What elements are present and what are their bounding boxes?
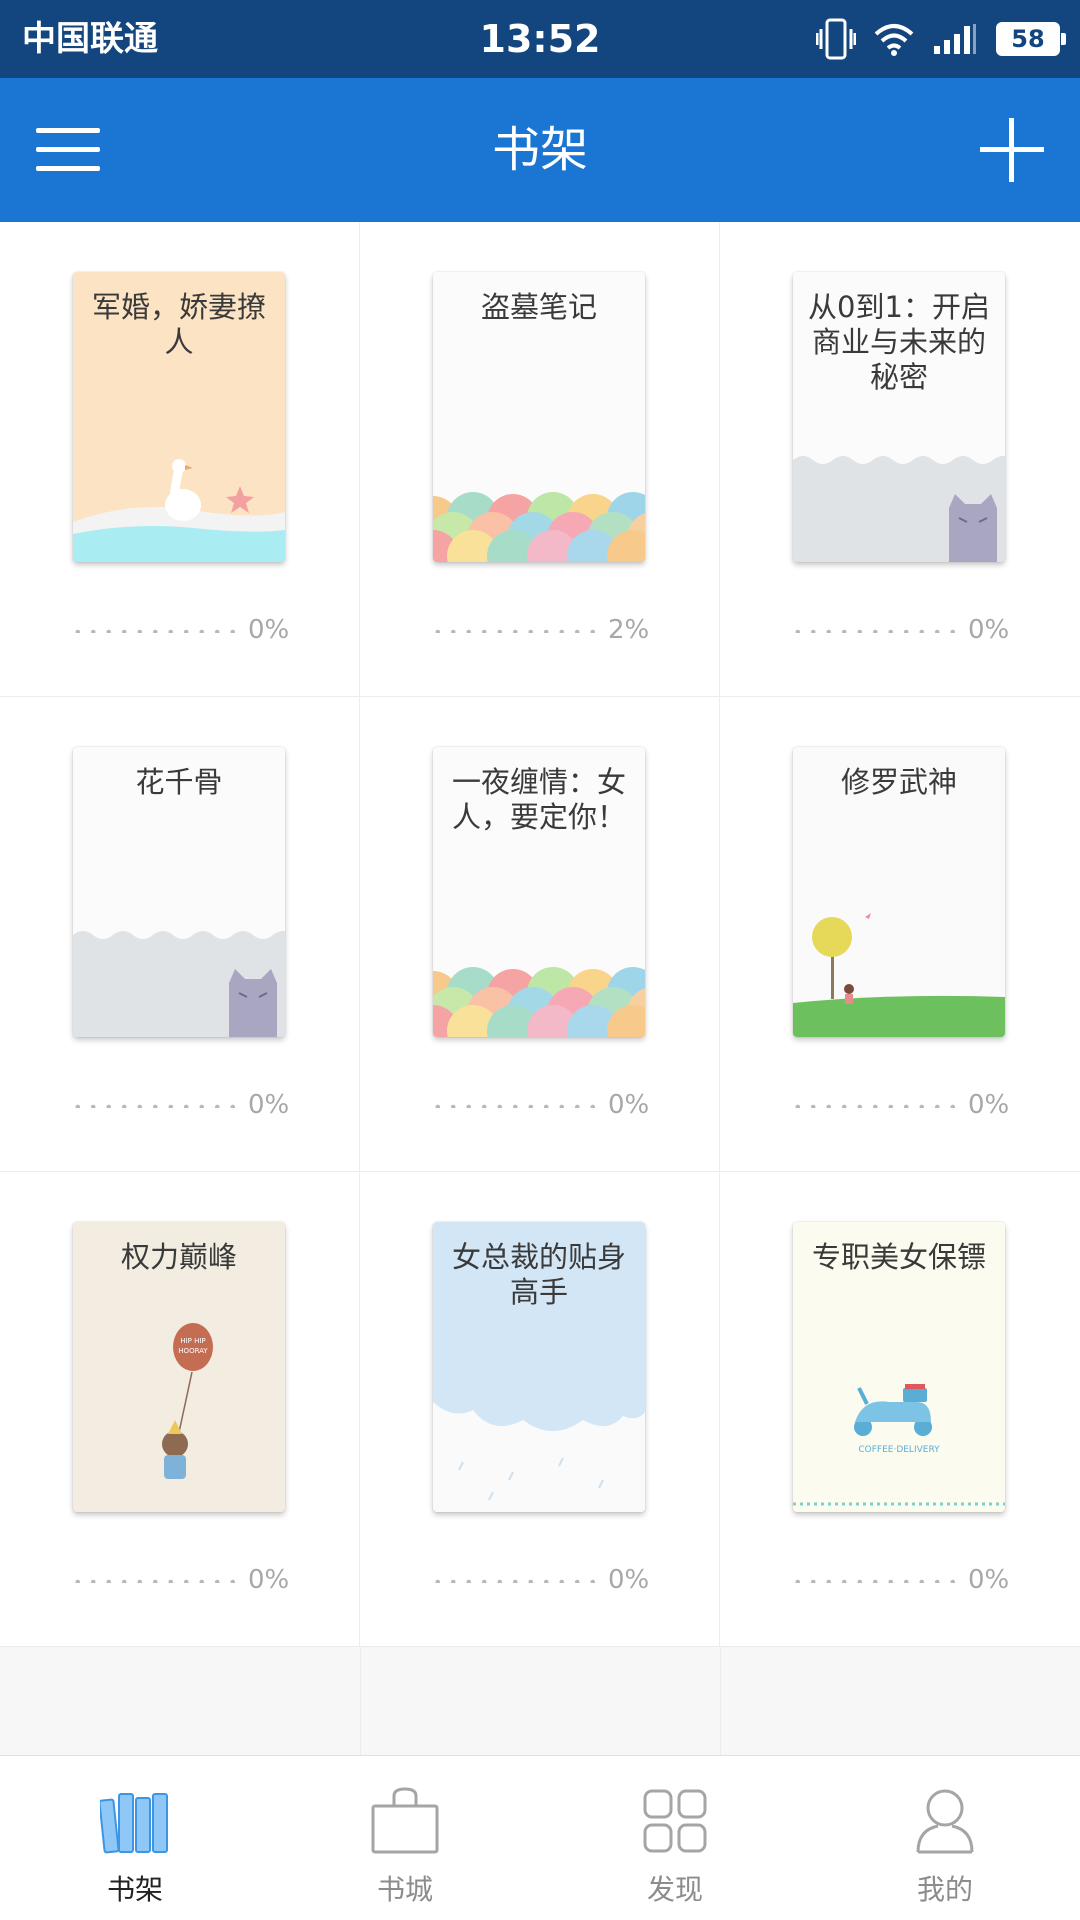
bookshelf-icon — [100, 1793, 168, 1854]
reading-progress: 0% — [790, 615, 1010, 645]
page-title: 书架 — [491, 122, 588, 178]
progress-percent: 0% — [608, 1090, 650, 1120]
reading-progress: 2% — [430, 615, 650, 645]
reading-progress: 0% — [430, 1565, 650, 1595]
progress-dots — [790, 1579, 958, 1583]
tab-label: 书城 — [376, 1873, 433, 1906]
book-cover[interactable]: HIP HIP HOORAY 权力巅峰 — [73, 1222, 285, 1512]
plus-icon — [980, 118, 1044, 182]
divider — [360, 1647, 361, 1755]
progress-dots — [430, 1104, 598, 1108]
book-cover[interactable]: 修罗武神 — [793, 747, 1005, 1037]
progress-percent: 0% — [608, 1565, 650, 1595]
shopping-bag-icon — [371, 1787, 439, 1854]
progress-percent: 0% — [248, 615, 290, 645]
book-title: 专职美女保镖 — [811, 1240, 986, 1274]
book-title: 盗墓笔记 — [480, 290, 597, 324]
tab-bookshelf[interactable]: 书架 — [0, 1756, 270, 1920]
scooter-text: COFFEE·DELIVERY — [858, 1445, 940, 1455]
progress-percent: 0% — [968, 1090, 1010, 1120]
book-cover[interactable]: 从0到1：开启商业与未来的秘密 — [793, 272, 1005, 562]
book-title: 一夜缠情：女人，要定你！ — [451, 765, 626, 834]
tab-discover[interactable]: 发现 — [540, 1756, 810, 1920]
progress-percent: 0% — [248, 1565, 290, 1595]
book-cover[interactable]: COFFEE·DELIVERY 专职美女保镖 — [793, 1222, 1005, 1512]
book-cover[interactable]: 军婚，娇妻撩人 — [73, 272, 285, 562]
book-item[interactable]: 一夜缠情：女人，要定你！ 0% — [360, 697, 720, 1172]
status-icons: 58 — [816, 0, 1066, 78]
battery-level: 58 — [1011, 25, 1045, 53]
book-cover[interactable]: 花千骨 — [73, 747, 285, 1037]
book-item[interactable]: HIP HIP HOORAY 权力巅峰 0% — [0, 1172, 360, 1647]
divider — [720, 1647, 721, 1755]
grid-discover-icon — [643, 1789, 707, 1853]
balloon-text-2: HOORAY — [178, 1347, 208, 1355]
progress-dots — [790, 1104, 958, 1108]
progress-percent: 2% — [608, 615, 650, 645]
book-item[interactable]: 修罗武神 0% — [720, 697, 1080, 1172]
progress-dots — [70, 1104, 238, 1108]
reading-progress: 0% — [70, 1565, 290, 1595]
tab-label: 发现 — [646, 1873, 703, 1906]
book-item[interactable]: 军婚，娇妻撩人 0% — [0, 222, 360, 697]
progress-dots — [70, 1579, 238, 1583]
tab-bookstore[interactable]: 书城 — [270, 1756, 540, 1920]
user-profile-icon — [916, 1789, 974, 1854]
bookshelf-grid: 军婚，娇妻撩人 0% 盗墓笔记 2% 从0到1：开启商业与未来的秘密 0% 花千… — [0, 222, 1080, 1647]
tab-label: 书架 — [106, 1873, 163, 1906]
book-title: 花千骨 — [135, 765, 223, 799]
book-title: 女总裁的贴身高手 — [451, 1240, 626, 1309]
progress-percent: 0% — [248, 1090, 290, 1120]
balloon-text-1: HIP HIP — [180, 1337, 205, 1345]
reading-progress: 0% — [70, 615, 290, 645]
add-book-button[interactable] — [980, 118, 1044, 182]
wifi-icon — [874, 24, 914, 56]
book-title: 权力巅峰 — [120, 1240, 237, 1274]
signal-icon — [934, 24, 976, 54]
status-bar: 中国联通 13:52 58 — [0, 0, 1080, 78]
battery-icon: 58 — [996, 22, 1066, 56]
book-title: 修罗武神 — [840, 765, 957, 799]
bottom-tab-bar: 书架 书城 发现 我的 — [0, 1755, 1080, 1920]
book-item[interactable]: 花千骨 0% — [0, 697, 360, 1172]
book-cover[interactable]: 女总裁的贴身高手 — [433, 1222, 645, 1512]
app-bar: 书架 — [0, 78, 1080, 222]
reading-progress: 0% — [430, 1090, 650, 1120]
tab-label: 我的 — [916, 1873, 973, 1906]
tab-profile[interactable]: 我的 — [810, 1756, 1080, 1920]
book-cover[interactable]: 盗墓笔记 — [433, 272, 645, 562]
book-item[interactable]: 从0到1：开启商业与未来的秘密 0% — [720, 222, 1080, 697]
book-item[interactable]: 女总裁的贴身高手 0% — [360, 1172, 720, 1647]
reading-progress: 0% — [790, 1090, 1010, 1120]
progress-dots — [790, 629, 958, 633]
book-title: 军婚，娇妻撩人 — [91, 290, 266, 359]
progress-dots — [70, 629, 238, 633]
book-item[interactable]: COFFEE·DELIVERY 专职美女保镖 0% — [720, 1172, 1080, 1647]
reading-progress: 0% — [70, 1090, 290, 1120]
book-cover[interactable]: 一夜缠情：女人，要定你！ — [433, 747, 645, 1037]
book-title: 从0到1：开启商业与未来的秘密 — [808, 290, 990, 394]
progress-percent: 0% — [968, 1565, 1010, 1595]
book-item[interactable]: 盗墓笔记 2% — [360, 222, 720, 697]
progress-dots — [430, 1579, 598, 1583]
shelf-empty-row — [0, 1647, 1080, 1755]
reading-progress: 0% — [790, 1565, 1010, 1595]
progress-percent: 0% — [968, 615, 1010, 645]
progress-dots — [430, 629, 598, 633]
vibrate-icon — [816, 18, 856, 60]
